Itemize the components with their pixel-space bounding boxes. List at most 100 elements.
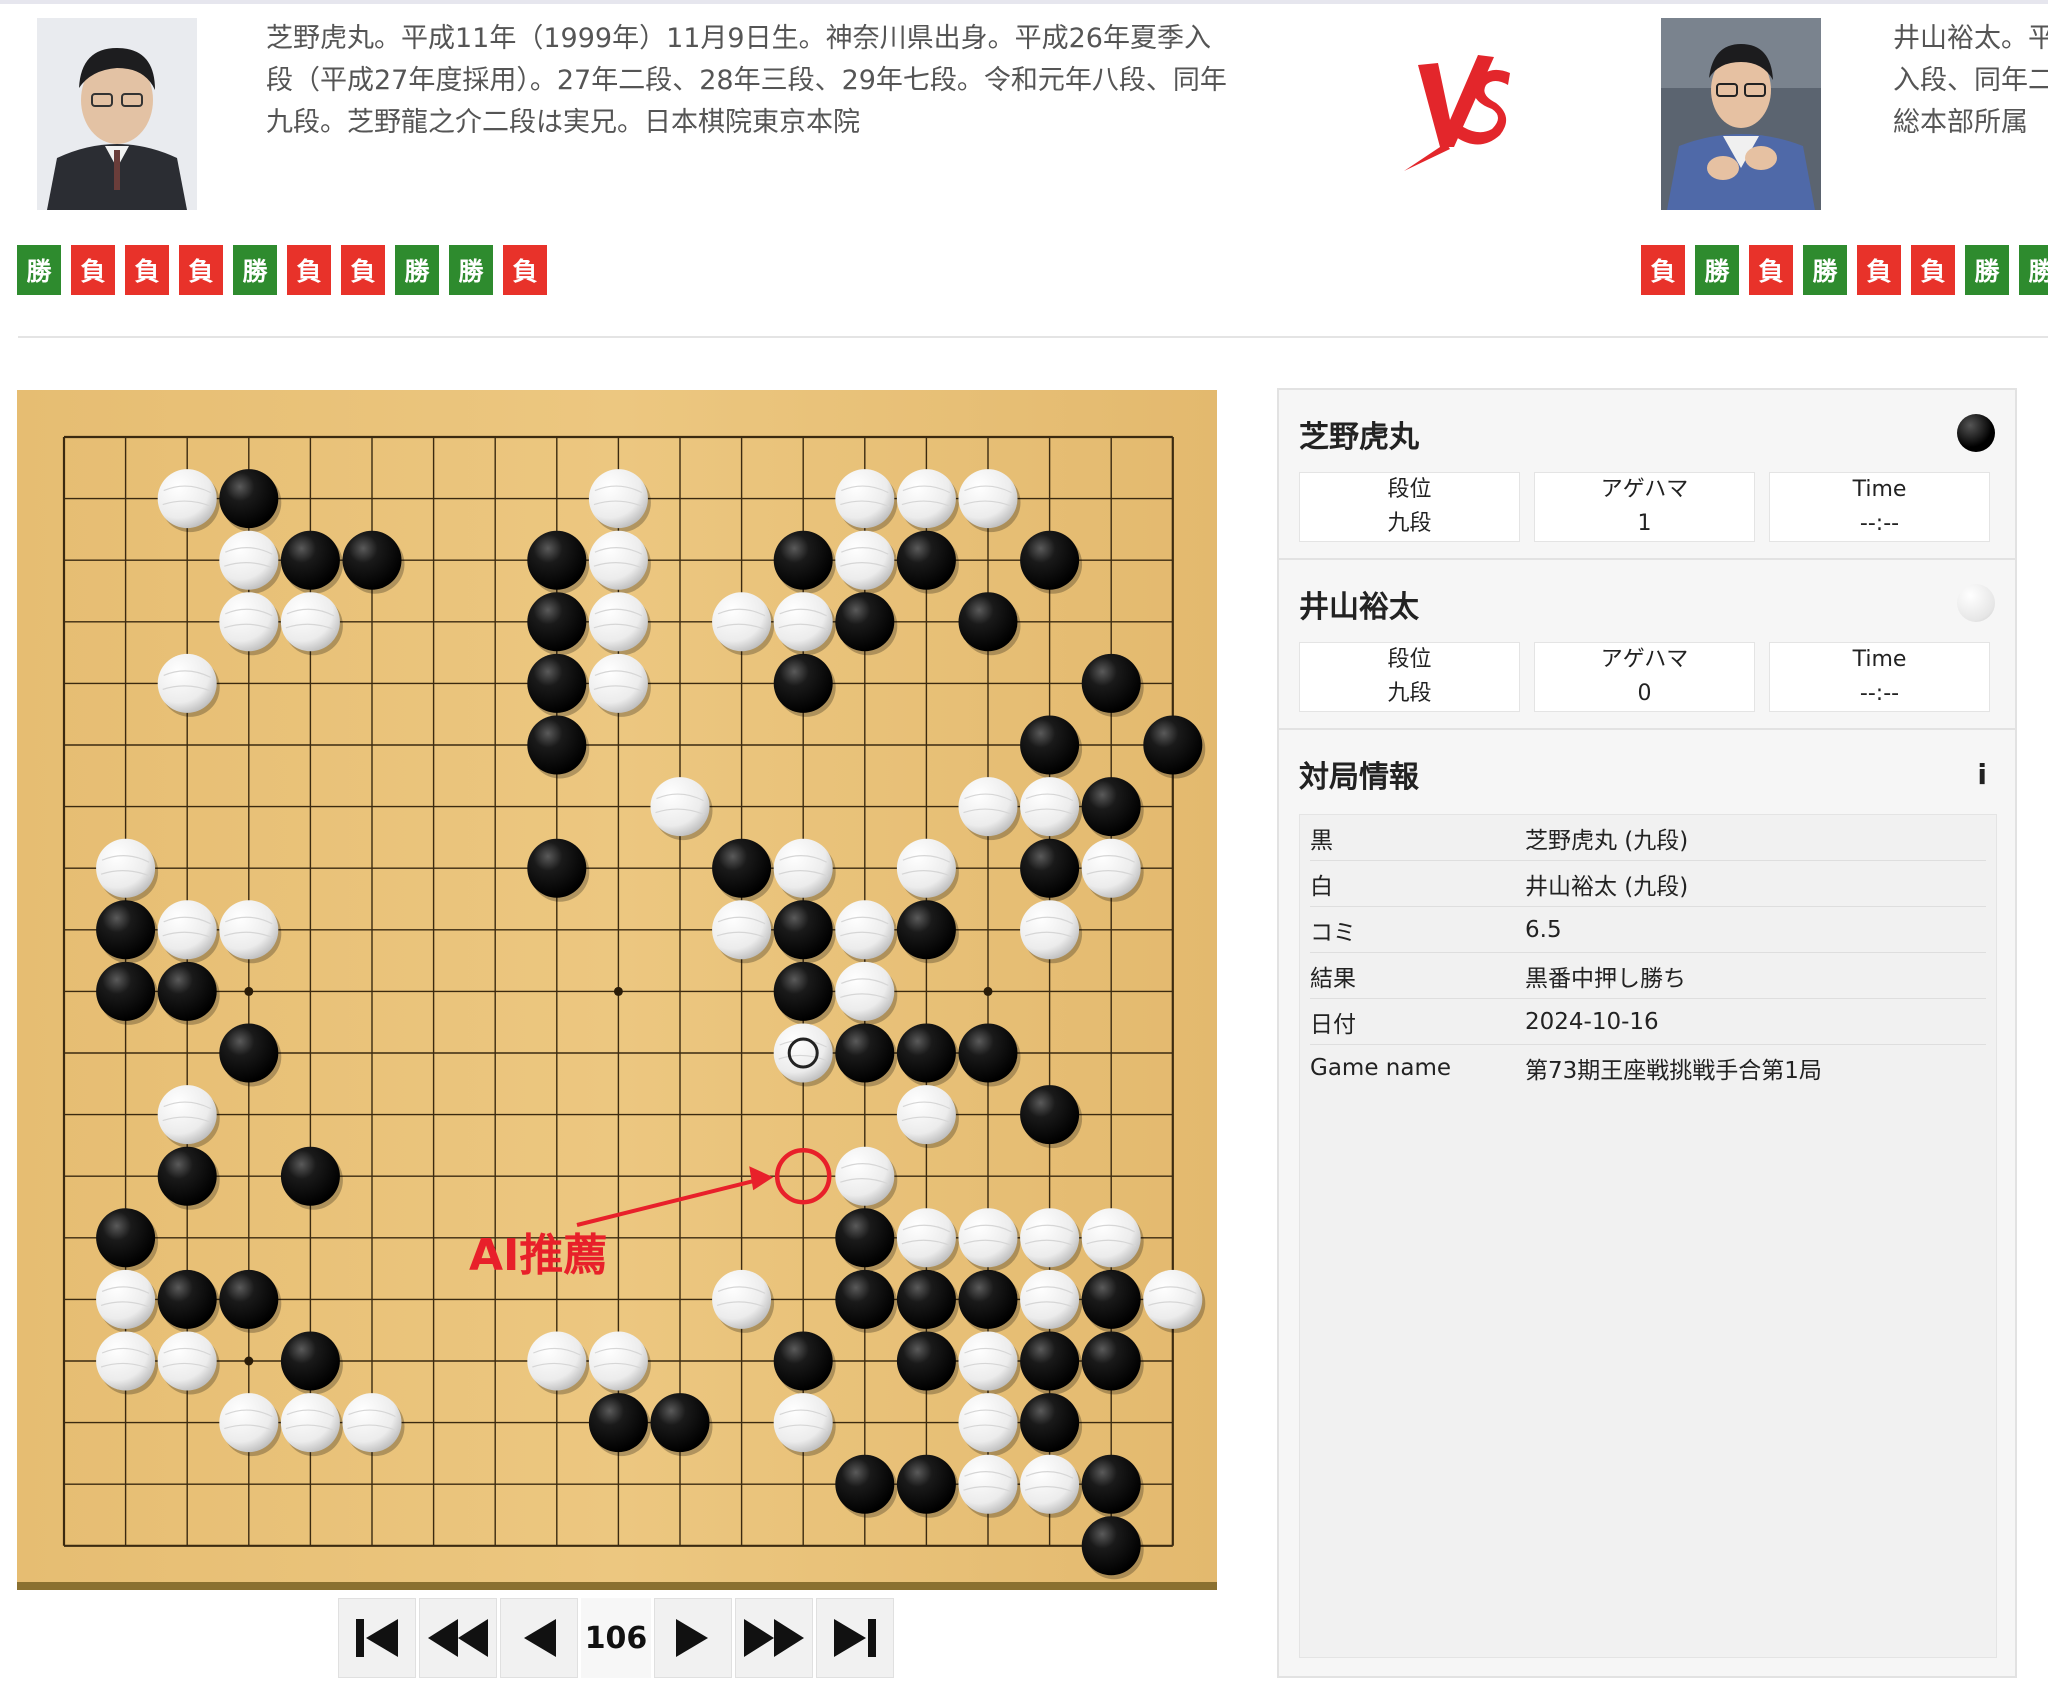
black-stone: [1020, 715, 1080, 775]
bio-line: 井山裕太。平: [1893, 23, 2048, 54]
white-stone: [712, 1269, 772, 1329]
white-player-name: 井山裕太: [1299, 590, 1419, 625]
info-row-game-name: Game name 第73期王座戦挑戦手合第1局: [1310, 1045, 1986, 1090]
player-right-photo: [1661, 18, 1821, 210]
prev-move-button[interactable]: [500, 1598, 578, 1678]
win-badge: 勝: [233, 245, 277, 295]
black-stone: [527, 592, 587, 652]
info-key: 白: [1310, 873, 1333, 900]
black-stone: [219, 1269, 279, 1329]
black-stone: [835, 1208, 895, 1268]
bio-line: 入段、同年二: [1893, 65, 2048, 96]
bio-line: 九段。芝野龍之介二段は実兄。日本棋院東京本院: [266, 107, 860, 138]
white-stone: [1020, 1269, 1080, 1329]
info-row-white: 白 井山裕太 (九段): [1310, 861, 1986, 907]
last-move-button[interactable]: [816, 1598, 894, 1678]
info-key: 結果: [1310, 965, 1356, 992]
black-stone: [896, 1023, 956, 1083]
white-stone: [1143, 1269, 1203, 1329]
black-player-name: 芝野虎丸: [1299, 420, 1419, 455]
white-stone: [958, 1208, 1018, 1268]
white-stone: [1081, 838, 1141, 898]
black-stone: [527, 838, 587, 898]
black-stone-icon: [1957, 414, 1995, 452]
fast-rewind-icon: [428, 1619, 488, 1657]
white-stone: [712, 900, 772, 960]
black-stone: [527, 715, 587, 775]
player-left-record: 勝負負負勝負負勝勝負: [17, 245, 547, 295]
black-stone: [773, 961, 833, 1021]
black-stone: [896, 1269, 956, 1329]
win-badge: 勝: [449, 245, 493, 295]
black-stone: [1081, 1454, 1141, 1514]
time-label: Time: [1852, 477, 1907, 502]
loss-badge: 負: [503, 245, 547, 295]
white-stone: [527, 1331, 587, 1391]
white-stone: [157, 900, 217, 960]
ai-recommend-label: AI推薦: [469, 1230, 607, 1281]
white-stone: [280, 1393, 340, 1453]
fast-forward-button[interactable]: [735, 1598, 813, 1678]
black-stone: [1020, 530, 1080, 590]
rank-label: 段位: [1387, 647, 1432, 672]
black-stone: [96, 900, 156, 960]
captures-label: アゲハマ: [1600, 477, 1689, 502]
step-forward-icon: [676, 1619, 708, 1657]
bio-line: 芝野虎丸。平成11年（1999年）11月9日生。神奈川県出身。平成26年夏季入: [266, 23, 1211, 54]
rank-value: 九段: [1387, 681, 1432, 706]
white-stone: [773, 1023, 833, 1083]
white-stone: [1081, 1208, 1141, 1268]
bio-line: 総本部所属: [1893, 107, 2028, 138]
loss-badge: 負: [125, 245, 169, 295]
loss-badge: 負: [287, 245, 331, 295]
black-stone: [835, 1023, 895, 1083]
black-player-block: 芝野虎丸 段位 九段 アゲハマ 1 Time --:--: [1279, 390, 2015, 560]
black-stone: [835, 1454, 895, 1514]
loss-badge: 負: [1911, 245, 1955, 295]
info-key: 黒: [1310, 827, 1333, 854]
black-stone: [1020, 1393, 1080, 1453]
player-left-bio: 芝野虎丸。平成11年（1999年）11月9日生。神奈川県出身。平成26年夏季入 …: [266, 18, 1227, 144]
info-row-komi: コミ 6.5: [1310, 907, 1986, 953]
star-point: [244, 986, 254, 996]
next-move-button[interactable]: [654, 1598, 732, 1678]
white-stone: [96, 1269, 156, 1329]
black-stone: [1143, 715, 1203, 775]
win-badge: 勝: [17, 245, 61, 295]
move-number: 106: [581, 1598, 651, 1678]
info-icon[interactable]: i: [1977, 758, 1987, 791]
loss-badge: 負: [179, 245, 223, 295]
loss-badge: 負: [1749, 245, 1793, 295]
white-stone: [96, 838, 156, 898]
black-stone: [96, 1208, 156, 1268]
white-stone: [896, 1208, 956, 1268]
first-move-button[interactable]: [338, 1598, 416, 1678]
white-stone: [219, 1393, 279, 1453]
white-stone: [342, 1393, 402, 1453]
black-stone: [219, 1023, 279, 1083]
win-badge: 勝: [395, 245, 439, 295]
black-stone: [527, 653, 587, 713]
loss-badge: 負: [1641, 245, 1685, 295]
info-value: 芝野虎丸 (九段): [1525, 827, 1689, 854]
black-stone: [835, 1269, 895, 1329]
black-stone: [773, 900, 833, 960]
white-stone: [1020, 1208, 1080, 1268]
fast-forward-icon: [744, 1619, 804, 1657]
info-value: 第73期王座戦挑戦手合第1局: [1525, 1057, 1822, 1084]
time-label: Time: [1852, 647, 1907, 672]
white-time-cell: Time --:--: [1769, 642, 1990, 712]
black-stone: [1020, 1085, 1080, 1145]
white-stone: [219, 592, 279, 652]
game-info-title: 対局情報: [1299, 760, 1419, 795]
player-left-photo: [37, 18, 197, 210]
black-stone: [1081, 1269, 1141, 1329]
info-key: Game name: [1310, 1054, 1452, 1081]
loss-badge: 負: [341, 245, 385, 295]
black-time-cell: Time --:--: [1769, 472, 1990, 542]
fast-back-button[interactable]: [419, 1598, 497, 1678]
go-board[interactable]: AI推薦: [17, 390, 1217, 1590]
white-stone: [157, 1085, 217, 1145]
star-point: [613, 986, 623, 996]
player-right-record: 負勝負勝負負勝勝: [1641, 245, 2048, 295]
